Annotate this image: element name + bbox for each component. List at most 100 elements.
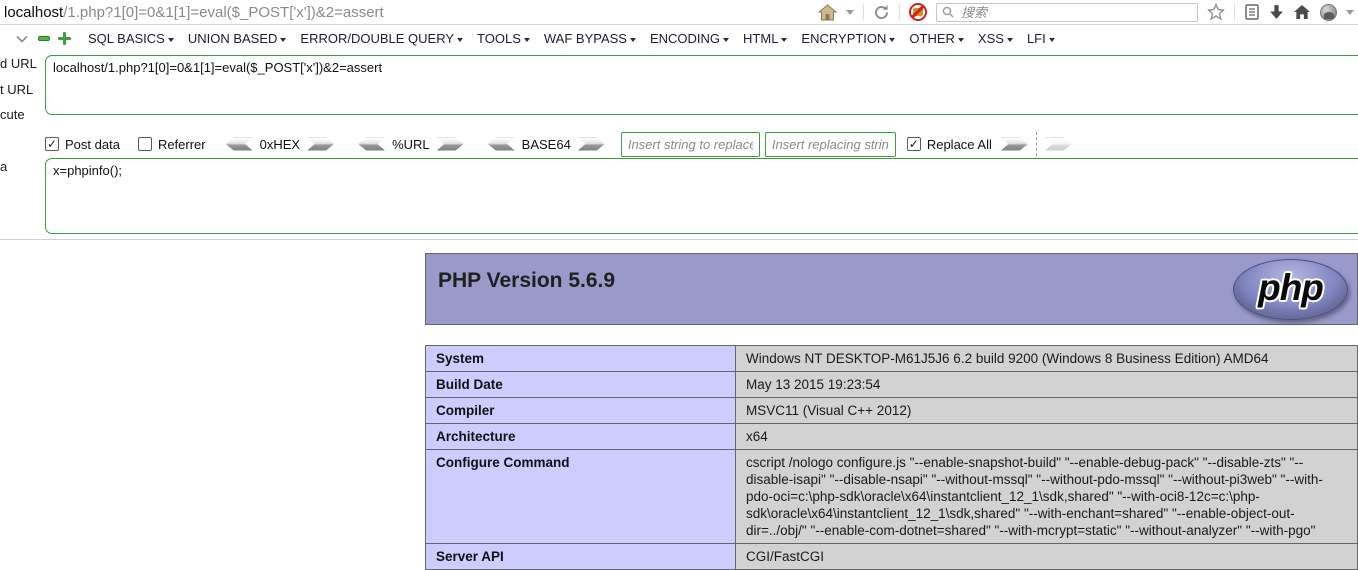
post-data-textarea[interactable]: x=phpinfo(); xyxy=(45,158,1358,234)
secondary-apply-arrow[interactable] xyxy=(1045,138,1072,151)
menu-encoding[interactable]: ENCODING xyxy=(643,31,736,46)
url-encode-arrow[interactable] xyxy=(437,138,464,151)
chevron-down-icon xyxy=(524,38,530,42)
search-box[interactable] xyxy=(936,3,1198,22)
menu-label: LFI xyxy=(1027,31,1046,46)
base64-decode-arrow[interactable] xyxy=(488,138,515,151)
url-host: localhost xyxy=(4,4,63,21)
profile-avatar-icon[interactable] xyxy=(1320,4,1337,21)
table-row: Architecture x64 xyxy=(426,424,1358,450)
add-icon[interactable] xyxy=(58,32,71,45)
replace-apply-arrow[interactable] xyxy=(1001,138,1028,151)
chevron-down-icon xyxy=(280,38,286,42)
url-encode-group: %URL xyxy=(358,137,464,152)
hex-label: 0xHEX xyxy=(260,137,300,152)
minimize-icon[interactable] xyxy=(38,36,50,41)
url-path: /1.php?1[0]=0&1[1]=eval($_POST['x'])&2=a… xyxy=(63,4,384,21)
menu-lfi[interactable]: LFI xyxy=(1020,31,1062,46)
php-version-title: PHP Version 5.6.9 xyxy=(426,254,1357,293)
menu-other[interactable]: OTHER xyxy=(902,31,971,46)
referrer-checkbox[interactable] xyxy=(138,137,152,151)
referrer-label: Referrer xyxy=(158,137,206,152)
divider xyxy=(1234,4,1235,20)
row-label: Compiler xyxy=(426,398,736,424)
replacing-string-input[interactable] xyxy=(765,132,896,157)
reload-icon[interactable] xyxy=(873,4,890,21)
menu-xss[interactable]: XSS xyxy=(971,31,1020,46)
menu-label: XSS xyxy=(978,31,1004,46)
post-data-label: Post data xyxy=(65,137,120,152)
post-data-checkbox[interactable] xyxy=(45,137,59,151)
dashed-divider xyxy=(1036,132,1037,156)
collapse-chevron-icon[interactable] xyxy=(16,30,28,48)
load-url-button-truncated[interactable]: d URL xyxy=(0,56,37,71)
row-value: Windows NT DESKTOP-M61J5J6 6.2 build 920… xyxy=(736,346,1358,372)
divider xyxy=(899,4,900,20)
home-icon[interactable] xyxy=(1293,4,1311,20)
row-value: x64 xyxy=(736,424,1358,450)
address-bar: localhost/1.php?1[0]=0&1[1]=eval($_POST[… xyxy=(0,0,1358,25)
menu-dropdown-icon[interactable] xyxy=(1346,10,1354,15)
row-label: System xyxy=(426,346,736,372)
hex-decode-arrow[interactable] xyxy=(226,138,253,151)
url-textarea[interactable]: localhost/1.php?1[0]=0&1[1]=eval($_POST[… xyxy=(45,55,1358,115)
menu-label: UNION BASED xyxy=(188,31,278,46)
menu-waf-bypass[interactable]: WAF BYPASS xyxy=(537,31,643,46)
hex-encode-arrow[interactable] xyxy=(307,138,334,151)
nav-icon-group xyxy=(818,3,1358,22)
php-logo: php xyxy=(1233,259,1348,320)
row-value: May 13 2015 19:23:54 xyxy=(736,372,1358,398)
home-dropdown-icon[interactable] xyxy=(846,10,854,15)
hex-encode-group: 0xHEX xyxy=(226,137,334,152)
execute-button-truncated[interactable]: cute xyxy=(0,107,25,122)
menu-label: ERROR/DOUBLE QUERY xyxy=(300,31,454,46)
menu-encryption[interactable]: ENCRYPTION xyxy=(794,31,902,46)
url-decode-arrow[interactable] xyxy=(358,138,385,151)
menu-label: SQL BASICS xyxy=(88,31,165,46)
menu-label: TOOLS xyxy=(477,31,521,46)
base64-label: BASE64 xyxy=(522,137,571,152)
row-label: Configure Command xyxy=(426,450,736,544)
replace-string-input[interactable] xyxy=(621,132,760,157)
home-bookmark-icon[interactable] xyxy=(818,4,837,21)
split-url-button-truncated[interactable]: t URL xyxy=(0,82,33,97)
url-text[interactable]: localhost/1.php?1[0]=0&1[1]=eval($_POST[… xyxy=(4,4,818,21)
menu-label: WAF BYPASS xyxy=(544,31,627,46)
table-row: Build Date May 13 2015 19:23:54 xyxy=(426,372,1358,398)
replace-all-option[interactable]: Replace All xyxy=(907,137,992,152)
row-label: Architecture xyxy=(426,424,736,450)
post-data-option[interactable]: Post data xyxy=(45,137,120,152)
menu-union-based[interactable]: UNION BASED xyxy=(181,31,294,46)
menu-label: ENCODING xyxy=(650,31,720,46)
chevron-down-icon xyxy=(781,38,787,42)
menu-error-double-query[interactable]: ERROR/DOUBLE QUERY xyxy=(293,31,470,46)
menu-sql-basics[interactable]: SQL BASICS xyxy=(81,31,181,46)
replace-all-checkbox[interactable] xyxy=(907,137,921,151)
flash-block-icon[interactable] xyxy=(909,3,927,21)
chevron-down-icon xyxy=(958,38,964,42)
row-value: MSVC11 (Visual C++ 2012) xyxy=(736,398,1358,424)
menu-tools[interactable]: TOOLS xyxy=(470,31,537,46)
search-icon xyxy=(942,6,954,18)
chevron-down-icon xyxy=(630,38,636,42)
bookmarks-menu-icon[interactable] xyxy=(1244,3,1260,21)
search-input[interactable] xyxy=(959,4,1192,21)
referrer-option[interactable]: Referrer xyxy=(138,137,206,152)
php-logo-text: php xyxy=(1258,267,1323,313)
download-icon[interactable] xyxy=(1269,4,1284,20)
chevron-down-icon xyxy=(457,38,463,42)
menu-label: ENCRYPTION xyxy=(801,31,886,46)
base64-encode-arrow[interactable] xyxy=(578,138,605,151)
menu-label: OTHER xyxy=(909,31,955,46)
phpinfo-header: PHP Version 5.6.9 php xyxy=(425,253,1358,325)
table-row: Configure Command cscript /nologo config… xyxy=(426,450,1358,544)
menu-html[interactable]: HTML xyxy=(736,31,794,46)
base64-group: BASE64 xyxy=(488,137,605,152)
menu-label: HTML xyxy=(743,31,778,46)
replace-all-label: Replace All xyxy=(927,137,992,152)
bookmark-star-icon[interactable] xyxy=(1207,3,1225,21)
chevron-down-icon xyxy=(168,38,174,42)
side-label-truncated: a xyxy=(0,159,7,174)
options-row: Post data Referrer 0xHEX %URL BASE64 Rep… xyxy=(45,130,1072,158)
chevron-down-icon xyxy=(723,38,729,42)
